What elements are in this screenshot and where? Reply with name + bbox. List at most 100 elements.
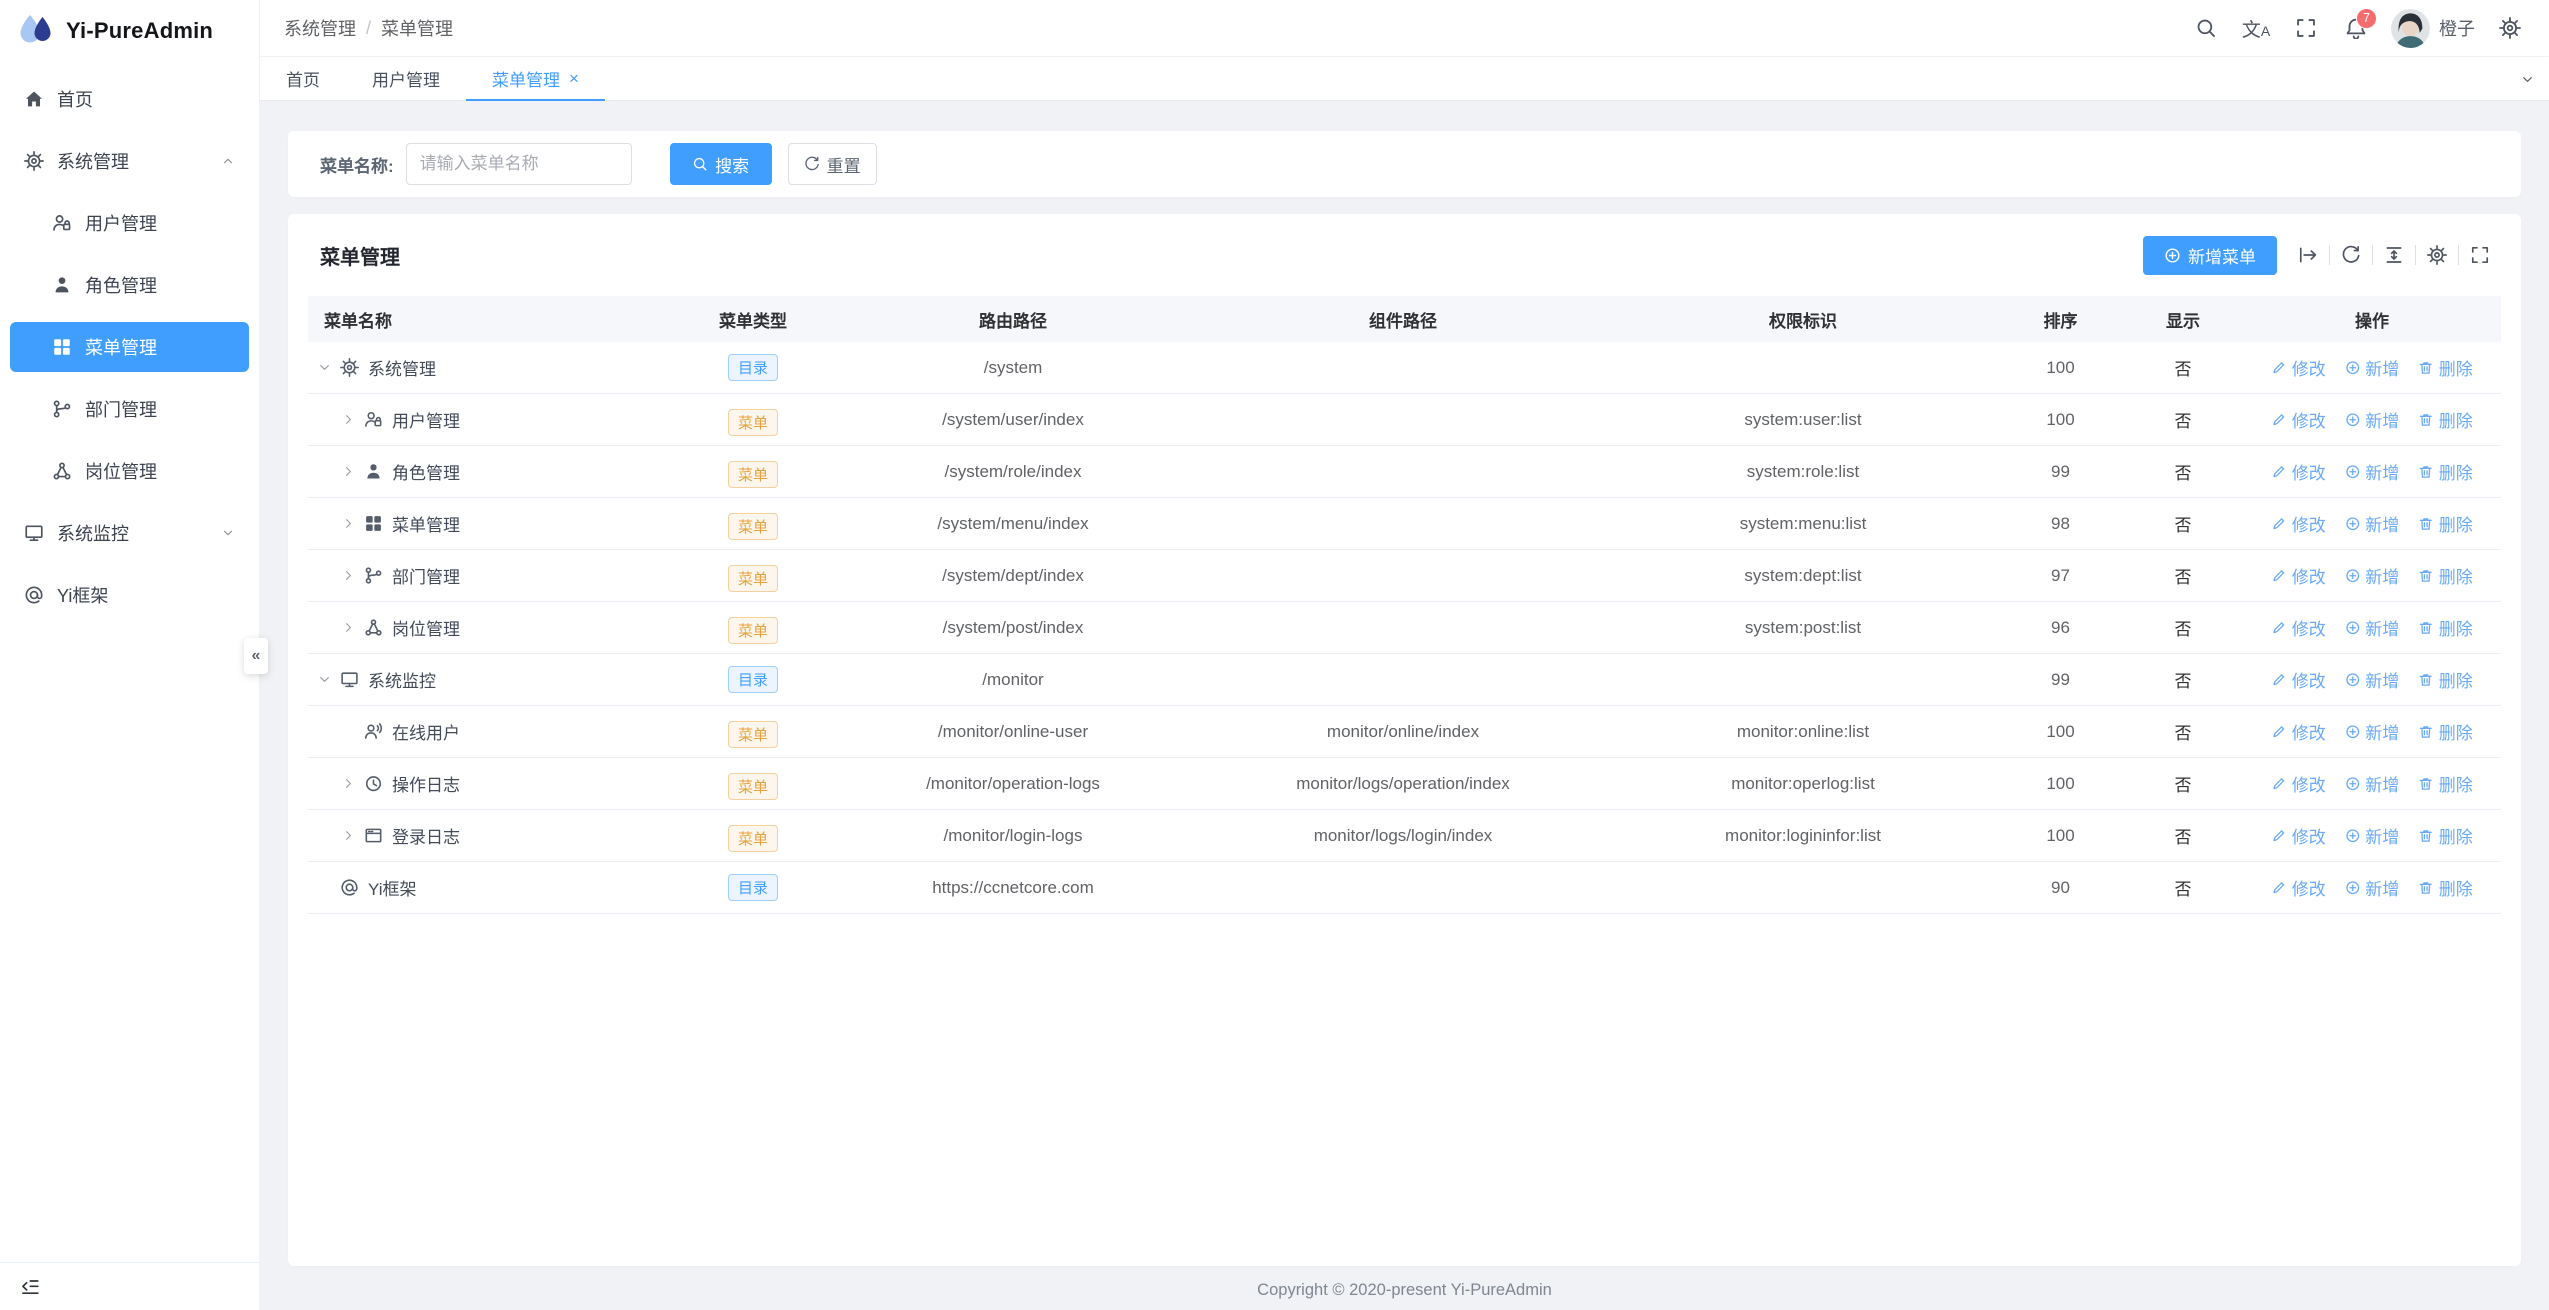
trash-icon <box>2418 672 2434 688</box>
plus-circle-icon <box>2345 828 2361 844</box>
tab-2[interactable]: 菜单管理× <box>466 57 605 100</box>
role-icon <box>364 462 383 481</box>
column-header: 排序 <box>1998 307 2123 332</box>
menu-type-tag: 目录 <box>728 354 778 381</box>
row-expand-right-icon[interactable] <box>340 620 356 635</box>
search-button-icon <box>692 156 708 172</box>
sidebar-item-grid[interactable]: 菜单管理 <box>10 322 249 372</box>
sidebar-item-home[interactable]: 首页 <box>10 74 249 124</box>
delete-link[interactable]: 删除 <box>2418 459 2473 484</box>
gear-icon[interactable] <box>2485 0 2535 56</box>
delete-link[interactable]: 删除 <box>2418 667 2473 692</box>
table-row: 登录日志菜单/monitor/login-logsmonitor/logs/lo… <box>308 810 2501 862</box>
edit-link[interactable]: 修改 <box>2271 771 2326 796</box>
add-link[interactable]: 新增 <box>2345 355 2400 380</box>
menu-type-cell: 菜单 <box>678 767 828 800</box>
row-expand-down-icon[interactable] <box>316 672 332 687</box>
density-icon[interactable] <box>2373 242 2415 268</box>
permission-cell: system:role:list <box>1608 462 1998 482</box>
edit-link[interactable]: 修改 <box>2271 459 2326 484</box>
delete-link[interactable]: 删除 <box>2418 823 2473 848</box>
row-expand-right-icon[interactable] <box>340 464 356 479</box>
menu-fold-icon[interactable] <box>20 1277 40 1297</box>
edit-link[interactable]: 修改 <box>2271 719 2326 744</box>
sidebar-item-dept[interactable]: 部门管理 <box>10 384 249 434</box>
add-link[interactable]: 新增 <box>2345 511 2400 536</box>
search-button[interactable]: 搜索 <box>670 143 772 185</box>
menu-name-cell: 岗位管理 <box>308 615 678 640</box>
add-link[interactable]: 新增 <box>2345 459 2400 484</box>
card-title: 菜单管理 <box>320 241 400 270</box>
add-link[interactable]: 新增 <box>2345 407 2400 432</box>
app-logo[interactable]: Yi-PureAdmin <box>0 0 259 62</box>
edit-link[interactable]: 修改 <box>2271 875 2326 900</box>
delete-link[interactable]: 删除 <box>2418 875 2473 900</box>
table-header-row: 菜单名称菜单类型路由路径组件路径权限标识排序显示操作 <box>308 296 2501 342</box>
sidebar-item-label: 部门管理 <box>85 396 157 422</box>
table-toolbar <box>2287 242 2501 268</box>
row-expand-right-icon[interactable] <box>340 568 356 583</box>
settings-icon[interactable] <box>2416 242 2458 268</box>
delete-link[interactable]: 删除 <box>2418 719 2473 744</box>
edit-link[interactable]: 修改 <box>2271 511 2326 536</box>
add-link[interactable]: 新增 <box>2345 823 2400 848</box>
add-link[interactable]: 新增 <box>2345 667 2400 692</box>
sidebar-item-monitor[interactable]: 系统监控 <box>10 508 249 558</box>
edit-link[interactable]: 修改 <box>2271 615 2326 640</box>
user-menu[interactable]: 橙子 <box>2381 0 2485 56</box>
visible-cell: 否 <box>2123 563 2243 588</box>
plus-circle-icon <box>2164 247 2181 264</box>
expand-arrow-icon[interactable] <box>2287 242 2329 268</box>
tabs-overflow-chevron-icon[interactable] <box>2520 57 2535 101</box>
sidebar-item-user[interactable]: 用户管理 <box>10 198 249 248</box>
sidebar-collapse-button[interactable]: « <box>244 638 268 674</box>
sidebar-item-role[interactable]: 角色管理 <box>10 260 249 310</box>
trash-icon <box>2418 360 2434 376</box>
route-path-cell: /system/dept/index <box>828 566 1198 586</box>
edit-link[interactable]: 修改 <box>2271 407 2326 432</box>
permission-cell: system:menu:list <box>1608 514 1998 534</box>
sidebar-item-post[interactable]: 岗位管理 <box>10 446 249 496</box>
search-icon[interactable] <box>2181 0 2231 56</box>
sidebar-item-gear[interactable]: 系统管理 <box>10 136 249 186</box>
refresh-icon[interactable] <box>2330 242 2372 268</box>
tab-1[interactable]: 用户管理 <box>346 57 466 100</box>
translate-icon[interactable]: 文A <box>2231 0 2281 56</box>
row-expand-right-icon[interactable] <box>340 516 356 531</box>
add-link[interactable]: 新增 <box>2345 875 2400 900</box>
add-menu-button[interactable]: 新增菜单 <box>2143 236 2277 275</box>
delete-link[interactable]: 删除 <box>2418 511 2473 536</box>
sidebar-item-at[interactable]: Yi框架 <box>10 570 249 620</box>
breadcrumb-item[interactable]: 系统管理 <box>284 15 356 41</box>
fullscreen-icon[interactable] <box>2281 0 2331 56</box>
add-link[interactable]: 新增 <box>2345 771 2400 796</box>
delete-link[interactable]: 删除 <box>2418 771 2473 796</box>
delete-link[interactable]: 删除 <box>2418 615 2473 640</box>
edit-link[interactable]: 修改 <box>2271 563 2326 588</box>
tab-close-icon[interactable]: × <box>569 69 579 89</box>
add-link[interactable]: 新增 <box>2345 615 2400 640</box>
row-expand-right-icon[interactable] <box>340 776 356 791</box>
edit-link[interactable]: 修改 <box>2271 823 2326 848</box>
bell-icon[interactable]: 7 <box>2331 0 2381 56</box>
delete-link[interactable]: 删除 <box>2418 407 2473 432</box>
edit-link[interactable]: 修改 <box>2271 355 2326 380</box>
fullscreen-icon[interactable] <box>2459 242 2501 268</box>
trash-icon <box>2418 724 2434 740</box>
operations-cell: 修改新增删除 <box>2243 875 2501 900</box>
delete-link[interactable]: 删除 <box>2418 563 2473 588</box>
row-expand-right-icon[interactable] <box>340 412 356 427</box>
edit-link[interactable]: 修改 <box>2271 667 2326 692</box>
edit-icon <box>2271 672 2287 688</box>
reset-button[interactable]: 重置 <box>788 143 877 185</box>
delete-link[interactable]: 删除 <box>2418 355 2473 380</box>
add-link[interactable]: 新增 <box>2345 563 2400 588</box>
sort-cell: 96 <box>1998 618 2123 638</box>
menu-name-input[interactable] <box>406 143 632 185</box>
tab-0[interactable]: 首页 <box>260 57 346 100</box>
menu-type-cell: 菜单 <box>678 611 828 644</box>
row-expand-right-icon[interactable] <box>340 828 356 843</box>
trash-icon <box>2418 464 2434 480</box>
row-expand-down-icon[interactable] <box>316 360 332 375</box>
add-link[interactable]: 新增 <box>2345 719 2400 744</box>
